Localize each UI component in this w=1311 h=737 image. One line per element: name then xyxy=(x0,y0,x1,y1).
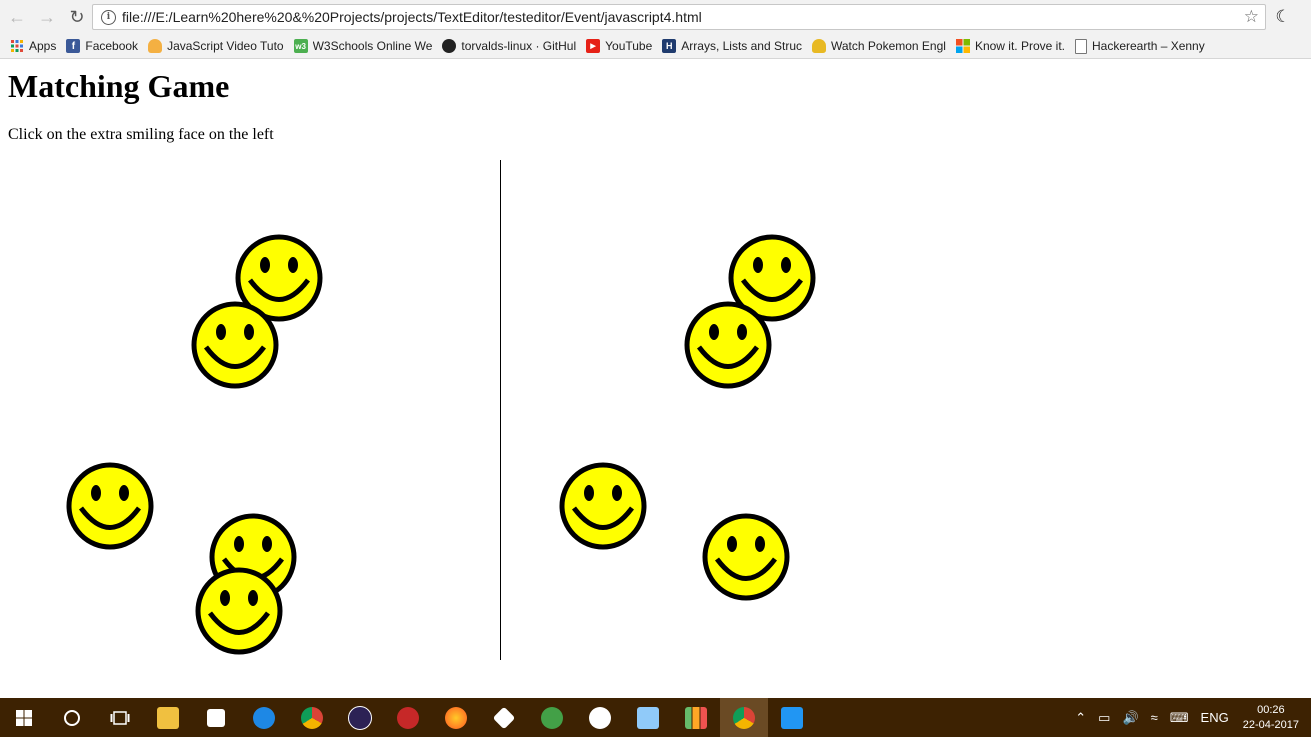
store-icon[interactable] xyxy=(192,698,240,737)
hackerrank-icon: H xyxy=(662,39,677,53)
bookmark-apps[interactable]: Apps xyxy=(10,39,56,53)
right-side-panel xyxy=(501,160,1001,660)
smiley-face-icon[interactable] xyxy=(190,300,280,390)
smiley-face-icon xyxy=(702,513,790,601)
unreal-icon[interactable] xyxy=(576,698,624,737)
battery-icon[interactable]: ▭ xyxy=(1098,710,1110,726)
bookmark-pokemon[interactable]: Watch Pokemon Engl xyxy=(812,39,946,53)
app-red-icon[interactable] xyxy=(384,698,432,737)
bookmark-label: Watch Pokemon Engl xyxy=(831,39,946,53)
browser-toolbar: ← → ↻ i file:///E:/Learn%20here%20&%20Pr… xyxy=(0,0,1311,34)
facebook-icon: f xyxy=(66,39,81,53)
bookmark-label: Facebook xyxy=(85,39,139,53)
bookmark-label: YouTube xyxy=(605,39,653,53)
bookmark-label: Know it. Prove it. xyxy=(974,39,1065,53)
back-arrow-icon[interactable]: ← xyxy=(4,4,30,30)
bookmark-javascript-video[interactable]: JavaScript Video Tuto xyxy=(148,39,284,53)
bookmark-label: Arrays, Lists and Struc xyxy=(681,39,802,53)
virtualbox-icon[interactable] xyxy=(624,698,672,737)
bookmark-label: W3Schools Online We xyxy=(312,39,433,53)
chrome-active-icon[interactable] xyxy=(720,698,768,737)
apps-grid-icon xyxy=(10,39,24,53)
edge-icon[interactable] xyxy=(240,698,288,737)
firefox-icon[interactable] xyxy=(432,698,480,737)
bookmark-label: Apps xyxy=(29,39,57,53)
chevron-up-icon[interactable]: ⌃ xyxy=(1075,710,1086,726)
vscode-icon[interactable] xyxy=(768,698,816,737)
eclipse-icon[interactable] xyxy=(336,698,384,737)
bookmark-w3schools[interactable]: w3 W3Schools Online We xyxy=(293,39,433,53)
bookmark-facebook[interactable]: f Facebook xyxy=(66,39,138,53)
windows-start-icon[interactable] xyxy=(0,698,48,737)
page-icon xyxy=(1075,38,1087,54)
address-url[interactable]: file:///E:/Learn%20here%20&%20Projects/p… xyxy=(122,9,1244,25)
system-tray: ⌃ ▭ 🔊 ≈ ⌨ ENG 00:26 22-04-2017 xyxy=(1069,698,1311,737)
unity-icon[interactable] xyxy=(480,698,528,737)
extension-icon[interactable]: ☾ xyxy=(1272,6,1294,28)
reload-icon[interactable]: ↻ xyxy=(64,4,90,30)
app-green-icon[interactable] xyxy=(528,698,576,737)
page-title: Matching Game xyxy=(8,68,230,104)
youtube-icon: ▶ xyxy=(586,39,601,53)
bookmark-label: torvalds-linux · GitHul xyxy=(461,39,577,53)
bookmark-label: JavaScript Video Tuto xyxy=(167,39,284,53)
volume-icon[interactable]: 🔊 xyxy=(1122,710,1138,726)
bookmarks-bar: Apps f Facebook JavaScript Video Tuto w3… xyxy=(0,34,1311,59)
chart-app-icon[interactable] xyxy=(672,698,720,737)
smiley-face-icon xyxy=(559,462,647,550)
pokemon-icon xyxy=(812,39,826,53)
smiley-face-icon xyxy=(684,301,772,389)
bookmark-know-it[interactable]: Know it. Prove it. xyxy=(955,39,1065,53)
wifi-icon[interactable]: ≈ xyxy=(1151,710,1158,725)
task-view-icon[interactable] xyxy=(96,698,144,737)
language-indicator[interactable]: ENG xyxy=(1201,710,1229,725)
clock-time: 00:26 xyxy=(1257,703,1285,716)
page-content: Matching Game Click on the extra smiling… xyxy=(0,59,1311,698)
keyboard-icon[interactable]: ⌨ xyxy=(1170,710,1189,726)
info-icon[interactable]: i xyxy=(101,9,116,25)
github-icon xyxy=(442,39,457,53)
left-side-panel xyxy=(0,160,501,660)
forward-arrow-icon[interactable]: → xyxy=(34,4,60,30)
bookmark-youtube[interactable]: ▶ YouTube xyxy=(586,39,652,53)
bookmark-hackerearth[interactable]: Hackerearth – Xenny xyxy=(1075,38,1205,54)
file-explorer-icon[interactable] xyxy=(144,698,192,737)
address-bar[interactable]: i file:///E:/Learn%20here%20&%20Projects… xyxy=(92,4,1266,30)
bookmark-star-icon[interactable]: ☆ xyxy=(1244,7,1259,27)
search-circle-icon[interactable] xyxy=(48,698,96,737)
clock-date: 22-04-2017 xyxy=(1242,718,1299,731)
clock[interactable]: 00:26 22-04-2017 xyxy=(1243,703,1299,733)
w3schools-icon: w3 xyxy=(293,39,308,53)
microsoft-icon xyxy=(955,39,970,53)
chrome-icon[interactable] xyxy=(288,698,336,737)
cloud-icon xyxy=(148,39,163,53)
bookmark-arrays-lists[interactable]: H Arrays, Lists and Struc xyxy=(662,39,802,53)
smiley-face-icon[interactable] xyxy=(65,461,155,551)
bookmark-github[interactable]: torvalds-linux · GitHul xyxy=(442,39,576,53)
extra-smiley-face-icon[interactable] xyxy=(194,566,284,656)
instructions-text: Click on the extra smiling face on the l… xyxy=(8,126,274,143)
bookmark-label: Hackerearth – Xenny xyxy=(1092,39,1205,53)
taskbar: ⌃ ▭ 🔊 ≈ ⌨ ENG 00:26 22-04-2017 xyxy=(0,698,1311,737)
